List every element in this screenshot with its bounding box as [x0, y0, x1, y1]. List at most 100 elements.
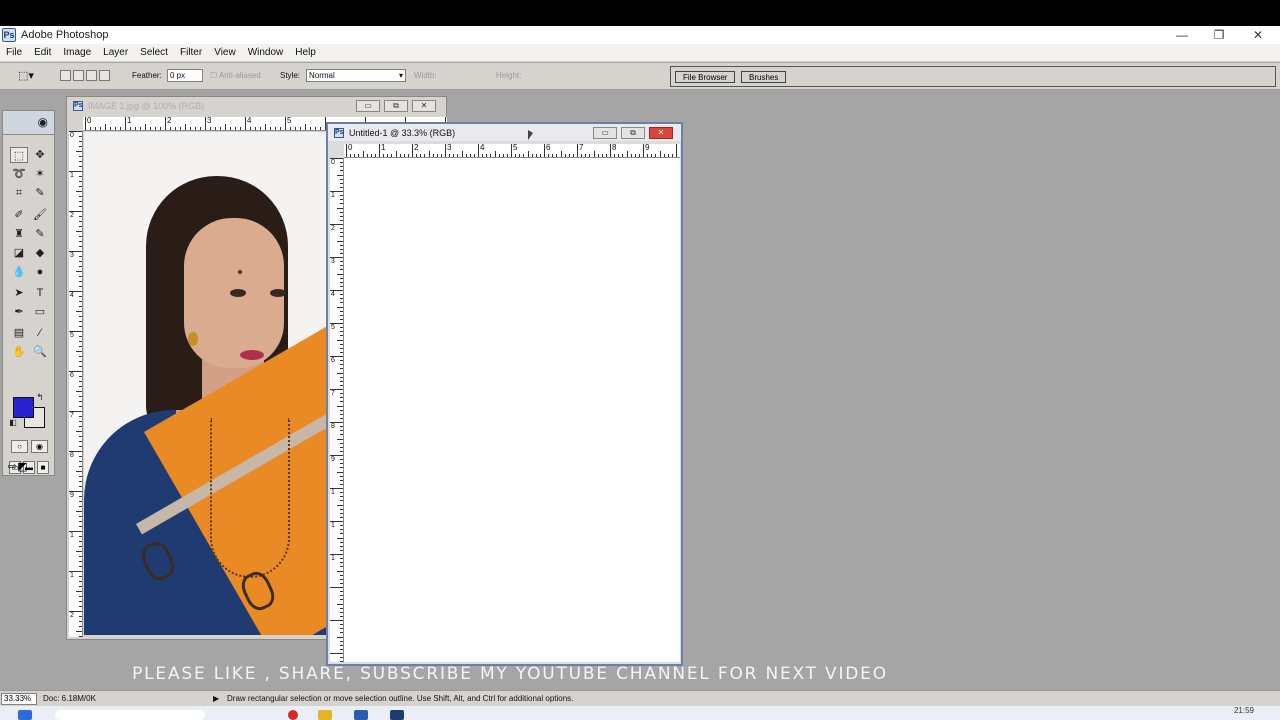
- ruler-tick: [340, 549, 343, 551]
- portrait-photo: [84, 132, 326, 635]
- ruler-tick: [340, 496, 343, 498]
- menu-help[interactable]: Help: [289, 47, 322, 58]
- taskbar-app-icon[interactable]: [354, 710, 368, 720]
- notes-tool-icon[interactable]: ▤: [10, 325, 28, 341]
- ruler-tick: [190, 127, 191, 130]
- untitled-maximize-button[interactable]: ⧉: [621, 127, 645, 139]
- menu-image[interactable]: Image: [57, 47, 97, 58]
- zoom-tool-icon[interactable]: 🔍: [31, 344, 49, 360]
- image1-maximize-button[interactable]: ⧉: [384, 100, 408, 112]
- add-selection-icon[interactable]: [73, 70, 84, 81]
- ruler-tick: [110, 127, 111, 130]
- zoom-level-field[interactable]: 33.33%: [1, 693, 37, 705]
- standard-mode-icon[interactable]: ○: [11, 440, 28, 453]
- ruler-label: 8: [70, 452, 74, 459]
- ruler-tick: [340, 611, 343, 613]
- ruler-tick: [145, 124, 146, 130]
- menu-edit[interactable]: Edit: [28, 47, 57, 58]
- path-selection-tool-icon[interactable]: ➤: [10, 285, 28, 301]
- ruler-tick: [647, 154, 649, 157]
- menu-file[interactable]: File: [0, 47, 28, 58]
- ruler-tick: [337, 405, 343, 407]
- magic-wand-tool-icon[interactable]: ✶: [31, 166, 49, 182]
- jump-to-imageready-icon[interactable]: ⇨◩: [8, 457, 48, 473]
- shape-tool-icon[interactable]: ▭: [31, 304, 49, 320]
- rectangular-marquee-tool-icon[interactable]: ⬚: [10, 147, 28, 163]
- ruler-tick: [548, 154, 550, 157]
- slice-tool-icon[interactable]: ✎: [31, 185, 49, 201]
- tab-file-browser[interactable]: File Browser: [675, 71, 736, 83]
- move-tool-icon[interactable]: ✥: [31, 147, 49, 163]
- ruler-tick: [79, 161, 82, 162]
- ruler-tick: [340, 628, 343, 630]
- taskbar-app-icon[interactable]: [288, 710, 298, 720]
- subtract-selection-icon[interactable]: [86, 70, 97, 81]
- dodge-tool-icon[interactable]: ●: [31, 264, 49, 280]
- ruler-tick: [340, 327, 343, 329]
- brush-tool-icon[interactable]: 🖌: [31, 207, 49, 223]
- taskbar-search-box[interactable]: [55, 710, 205, 720]
- untitled-close-button[interactable]: ✕: [649, 127, 673, 139]
- type-tool-icon[interactable]: T: [31, 285, 49, 301]
- menu-filter[interactable]: Filter: [174, 47, 208, 58]
- menu-select[interactable]: Select: [134, 47, 174, 58]
- lasso-tool-icon[interactable]: ➰: [10, 166, 28, 182]
- image1-close-button[interactable]: ✕: [412, 100, 436, 112]
- untitled-blank-canvas[interactable]: [344, 158, 680, 662]
- ruler-tick: [593, 151, 595, 157]
- ruler-tick: [185, 124, 186, 130]
- menu-window[interactable]: Window: [242, 47, 290, 58]
- file-explorer-icon[interactable]: [318, 710, 332, 720]
- close-button[interactable]: ✕: [1238, 26, 1278, 44]
- ruler-tick: [79, 501, 82, 502]
- clone-stamp-tool-icon[interactable]: ♜: [10, 226, 28, 242]
- ruler-tick: [340, 508, 343, 510]
- ruler-tick: [340, 166, 343, 168]
- feather-input[interactable]: 0 px: [167, 69, 203, 82]
- status-arrow-icon[interactable]: ▶: [213, 694, 219, 703]
- history-brush-tool-icon[interactable]: ✎: [31, 226, 49, 242]
- ruler-label: 1: [331, 192, 335, 199]
- restore-button[interactable]: ❐: [1199, 26, 1239, 44]
- ruler-tick: [79, 206, 82, 207]
- ruler-tick: [79, 441, 82, 442]
- hand-tool-icon[interactable]: ✋: [10, 344, 28, 360]
- eyedropper-tool-icon[interactable]: ⁄: [31, 325, 49, 341]
- eraser-tool-icon[interactable]: ◪: [10, 245, 28, 261]
- ruler-tick: [76, 551, 82, 552]
- blur-tool-icon[interactable]: 💧: [10, 264, 28, 280]
- ruler-tick: [175, 127, 176, 130]
- minimize-button[interactable]: —: [1162, 26, 1202, 44]
- intersect-selection-icon[interactable]: [99, 70, 110, 81]
- healing-brush-tool-icon[interactable]: ✐: [10, 207, 28, 223]
- image1-minimize-button[interactable]: ▭: [356, 100, 380, 112]
- ruler-tick: [220, 127, 221, 130]
- swap-colors-icon[interactable]: ↰: [35, 389, 45, 405]
- paint-bucket-tool-icon[interactable]: ◆: [31, 245, 49, 261]
- quick-mask-mode-icon[interactable]: ◉: [31, 440, 48, 453]
- ruler-tick: [79, 216, 82, 217]
- document-size[interactable]: Doc: 6.18M/0K: [43, 694, 96, 703]
- untitled-minimize-button[interactable]: ▭: [593, 127, 617, 139]
- ruler-tick: [79, 261, 82, 262]
- ruler-tick: [337, 372, 343, 374]
- style-select[interactable]: Normal ▾: [306, 69, 406, 82]
- tab-brushes[interactable]: Brushes: [741, 71, 787, 83]
- ruler-tick: [605, 154, 607, 157]
- ruler-tick: [340, 500, 343, 502]
- photoshop-taskbar-icon[interactable]: [390, 710, 404, 720]
- ruler-tick: [659, 151, 661, 157]
- default-colors-icon[interactable]: ◧: [8, 415, 18, 431]
- crop-tool-icon[interactable]: ⌗: [10, 185, 28, 201]
- menu-view[interactable]: View: [208, 47, 242, 58]
- new-selection-icon[interactable]: [60, 70, 71, 81]
- menu-layer[interactable]: Layer: [97, 47, 134, 58]
- ruler-tick: [618, 154, 620, 157]
- marquee-preset-icon[interactable]: ⬚▾: [18, 69, 34, 82]
- start-icon[interactable]: [18, 710, 32, 720]
- anti-aliased-checkbox[interactable]: ☐ Anti-aliased: [210, 71, 261, 80]
- ruler-tick: [337, 240, 343, 242]
- pen-tool-icon[interactable]: ✒: [10, 304, 28, 320]
- ruler-tick: [79, 396, 82, 397]
- adobe-eye-icon[interactable]: ◉: [3, 111, 54, 135]
